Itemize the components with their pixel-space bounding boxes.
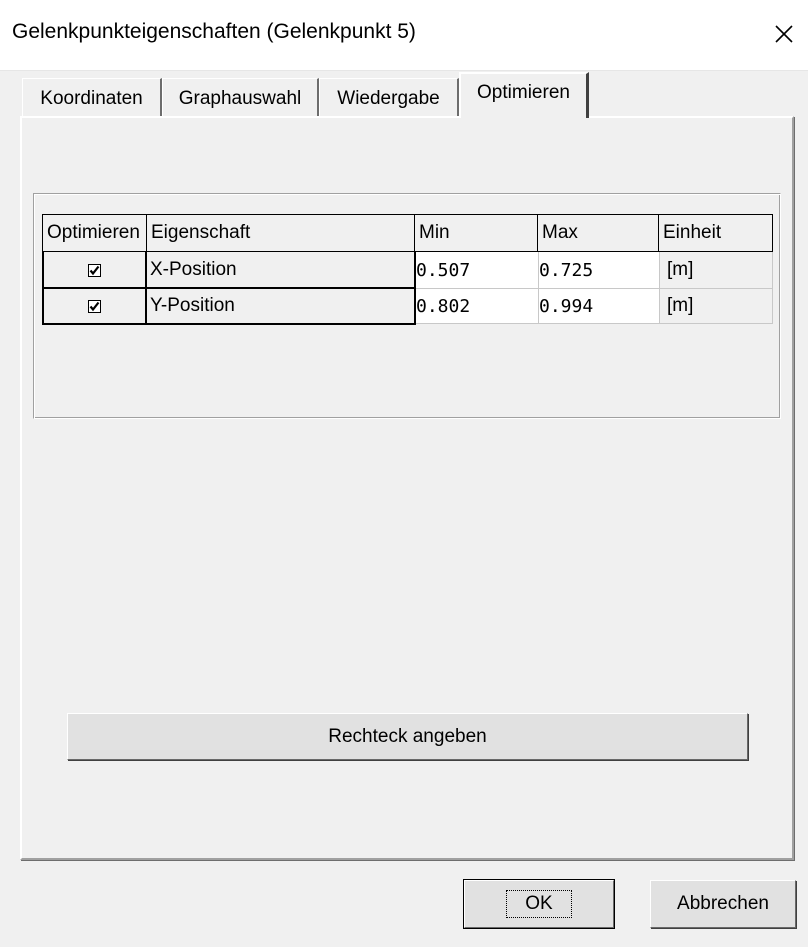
table-row-1-optimize-cell[interactable] [42,252,146,288]
cancel-button[interactable]: Abbrechen [650,880,796,928]
optimize-checkbox[interactable] [87,263,101,277]
tab-label: Graphauswahl [178,87,302,109]
column-header-label: Max [542,222,578,243]
column-header-unit[interactable]: Einheit [659,214,773,252]
unit-text: [m] [667,259,694,280]
column-header-label: Optimieren [47,222,140,243]
table-row-2-property: Y-Position [146,288,415,324]
table-row-1-property: X-Position [146,252,415,288]
column-header-label: Einheit [663,222,722,243]
window-title: Gelenkpunkteigenschaften (Gelenkpunkt 5) [12,20,416,43]
tab-label: Wiedergabe [337,87,440,109]
column-header-optimize[interactable]: Optimieren [42,214,146,252]
optimize-checkbox[interactable] [87,299,101,313]
tab-optimieren[interactable]: Optimieren [459,72,589,118]
property-text: Y-Position [150,295,235,316]
property-text: X-Position [150,259,237,280]
close-icon [775,25,793,43]
specify-rectangle-button[interactable]: Rechteck angeben [67,713,748,760]
table-row-1-max-field[interactable]: 0.725 [538,252,659,288]
min-value: 0.507 [416,259,471,281]
column-header-min[interactable]: Min [415,214,538,252]
table-row-2-unit: [m] [659,288,773,324]
button-label: Rechteck angeben [328,725,487,747]
grid-border [42,323,416,325]
table-row-2-max-field[interactable]: 0.994 [538,288,659,324]
max-value: 0.725 [539,259,594,281]
column-header-label: Min [419,222,450,243]
grid-line [772,252,773,324]
max-value: 0.994 [539,295,594,317]
min-value: 0.802 [416,295,471,317]
tab-label: Optimieren [477,82,570,103]
checkmark-icon [89,265,99,275]
table-row-2-min-field[interactable]: 0.802 [415,288,538,324]
checkmark-icon [89,301,99,311]
ok-button[interactable]: OK [464,880,614,928]
dialog-window: Gelenkpunkteigenschaften (Gelenkpunkt 5)… [0,0,808,947]
tab-graphauswahl[interactable]: Graphauswahl [162,78,319,116]
close-button[interactable] [768,18,800,50]
button-label: Abbrechen [677,893,769,914]
grid-line [538,252,539,324]
tab-koordinaten[interactable]: Koordinaten [22,78,162,116]
column-header-max[interactable]: Max [538,214,659,252]
column-header-property[interactable]: Eigenschaft [146,214,415,252]
grid-border [42,287,416,289]
table-row-1-unit: [m] [659,252,773,288]
table-row-1-min-field[interactable]: 0.507 [415,252,538,288]
title-bar: Gelenkpunkteigenschaften (Gelenkpunkt 5) [0,0,808,71]
tab-label: Koordinaten [40,87,143,109]
grid-line [415,323,773,324]
table-row-2-optimize-cell[interactable] [42,288,146,324]
grid-line [659,252,660,324]
tab-wiedergabe[interactable]: Wiedergabe [319,78,459,116]
column-header-label: Eigenschaft [151,222,251,243]
unit-text: [m] [667,295,694,316]
button-label: OK [506,890,572,918]
